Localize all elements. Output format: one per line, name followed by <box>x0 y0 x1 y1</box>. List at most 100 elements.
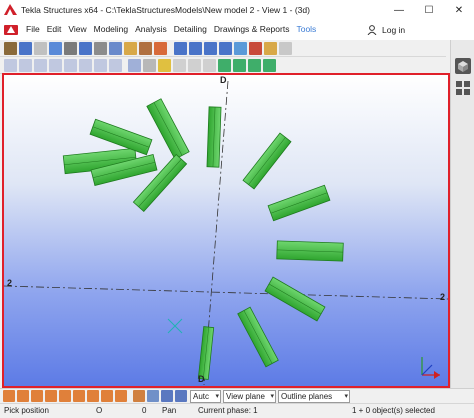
grid-label-d-top: D <box>220 75 227 85</box>
model-view-3d[interactable]: D D 2 2 <box>2 73 450 388</box>
component-icon[interactable] <box>154 42 167 55</box>
view-plane-combo[interactable]: View plane ▾ <box>223 390 276 403</box>
steel-polybeam-icon[interactable] <box>204 42 217 55</box>
menu-tools[interactable]: Tools <box>296 24 316 34</box>
snap-center-icon[interactable] <box>109 59 122 72</box>
select-welds-icon[interactable] <box>188 59 201 72</box>
undo-icon[interactable] <box>34 42 47 55</box>
beam[interactable] <box>197 326 215 380</box>
login-link[interactable]: Log in <box>382 25 405 35</box>
bottom-toolbar: Autc ▾ View plane ▾ Outline planes ▾ <box>0 388 474 403</box>
select-assemblies-icon[interactable] <box>248 59 261 72</box>
snap-reference-icon[interactable] <box>87 390 99 402</box>
quick-logo-icon[interactable] <box>4 24 19 36</box>
contour-plate-icon[interactable] <box>234 42 247 55</box>
snap-nearest-icon[interactable] <box>64 59 77 72</box>
menu-drawings-reports[interactable]: Drawings & Reports <box>214 24 290 34</box>
select-cuts-icon[interactable] <box>203 59 216 72</box>
view-filter-icon[interactable] <box>147 390 159 402</box>
select-filter-icon[interactable] <box>133 390 145 402</box>
snap-line-icon[interactable] <box>79 59 92 72</box>
beam[interactable] <box>237 306 279 368</box>
snap-plane-icon[interactable] <box>115 390 127 402</box>
minimize-button[interactable]: — <box>384 0 414 20</box>
panel-icon[interactable] <box>139 42 152 55</box>
steel-column-icon[interactable] <box>174 42 187 55</box>
save-icon[interactable] <box>19 42 32 55</box>
select-points-icon[interactable] <box>158 59 171 72</box>
side-pane <box>450 40 474 390</box>
status-selection: 1 + 0 object(s) selected <box>352 406 435 415</box>
model-canvas[interactable] <box>4 75 448 386</box>
snap-extension-icon[interactable] <box>73 390 85 402</box>
beam[interactable] <box>242 132 292 190</box>
grid-label-2-right: 2 <box>440 292 446 302</box>
origin-marker-icon <box>167 318 183 334</box>
outline-planes-combo[interactable]: Outline planes ▾ <box>278 390 350 403</box>
maximize-button[interactable]: ☐ <box>414 0 444 20</box>
phase-icon[interactable] <box>161 390 173 402</box>
chevron-down-icon: ▾ <box>270 393 274 400</box>
snap-override-icon[interactable] <box>31 390 43 402</box>
bolt-icon[interactable] <box>249 42 262 55</box>
status-zero: 0 <box>142 406 147 415</box>
status-pick-position: Pick position <box>4 406 49 415</box>
status-pan: Pan <box>162 406 177 415</box>
menu-analysis[interactable]: Analysis <box>135 24 167 34</box>
polybeam-icon[interactable] <box>79 42 92 55</box>
grid-label-2-left: 2 <box>7 278 13 288</box>
snap-angle-icon[interactable] <box>59 390 71 402</box>
toolbar-row-2 <box>0 57 446 74</box>
snap-perpendicular-icon[interactable] <box>49 59 62 72</box>
select-grid-icon[interactable] <box>173 59 186 72</box>
status-o: O <box>96 406 103 415</box>
snap-end-icon[interactable] <box>4 59 17 72</box>
beam[interactable] <box>146 98 190 160</box>
status-current-phase: Current phase: 1 <box>198 406 258 415</box>
cube-icon[interactable] <box>455 58 471 74</box>
menu-view[interactable]: View <box>68 24 86 34</box>
auto-combo[interactable]: Autc ▾ <box>190 390 221 403</box>
open-icon[interactable] <box>4 42 17 55</box>
grid-line-2 <box>4 285 448 300</box>
select-all-icon[interactable] <box>128 59 141 72</box>
status-bar: Pick position O 0 Pan Current phase: 1 1… <box>0 403 474 418</box>
select-bolts-icon[interactable] <box>233 59 246 72</box>
beam-icon[interactable] <box>64 42 77 55</box>
snap-intersection-icon[interactable] <box>34 59 47 72</box>
grid-panel-icon[interactable] <box>455 80 471 96</box>
slab-icon[interactable] <box>124 42 137 55</box>
curved-beam-icon[interactable] <box>94 42 107 55</box>
weld-icon[interactable] <box>264 42 277 55</box>
column-icon[interactable] <box>49 42 62 55</box>
toolbar-row-1 <box>0 40 446 57</box>
snap-geometry-icon[interactable] <box>101 390 113 402</box>
beam[interactable] <box>264 276 326 322</box>
snap-ortho-icon[interactable] <box>45 390 57 402</box>
menu-edit[interactable]: Edit <box>47 24 62 34</box>
snap-grid-icon[interactable] <box>17 390 29 402</box>
menu-bar: File Edit View Modeling Analysis Detaili… <box>0 20 474 40</box>
chevron-down-icon: ▾ <box>344 393 348 400</box>
beam[interactable] <box>206 106 222 168</box>
select-components-icon[interactable] <box>263 59 276 72</box>
select-parts-icon[interactable] <box>143 59 156 72</box>
snap-mid-icon[interactable] <box>19 59 32 72</box>
snap-free-icon[interactable] <box>94 59 107 72</box>
steel-curved-icon[interactable] <box>219 42 232 55</box>
user-icon[interactable] <box>367 25 377 36</box>
grid-label-d-bottom: D <box>198 374 205 384</box>
more-tools-icon[interactable] <box>279 42 292 55</box>
steel-beam-icon[interactable] <box>189 42 202 55</box>
work-area-icon[interactable] <box>175 390 187 402</box>
snap-toggle-icon[interactable] <box>3 390 15 402</box>
menu-detailing[interactable]: Detailing <box>174 24 207 34</box>
menu-modeling[interactable]: Modeling <box>94 24 129 34</box>
pad-footing-icon[interactable] <box>109 42 122 55</box>
chevron-down-icon: ▾ <box>215 393 219 400</box>
close-button[interactable]: ✕ <box>444 0 474 20</box>
beam[interactable] <box>276 240 344 262</box>
select-views-icon[interactable] <box>218 59 231 72</box>
menu-file[interactable]: File <box>26 24 40 34</box>
beam[interactable] <box>267 184 331 222</box>
